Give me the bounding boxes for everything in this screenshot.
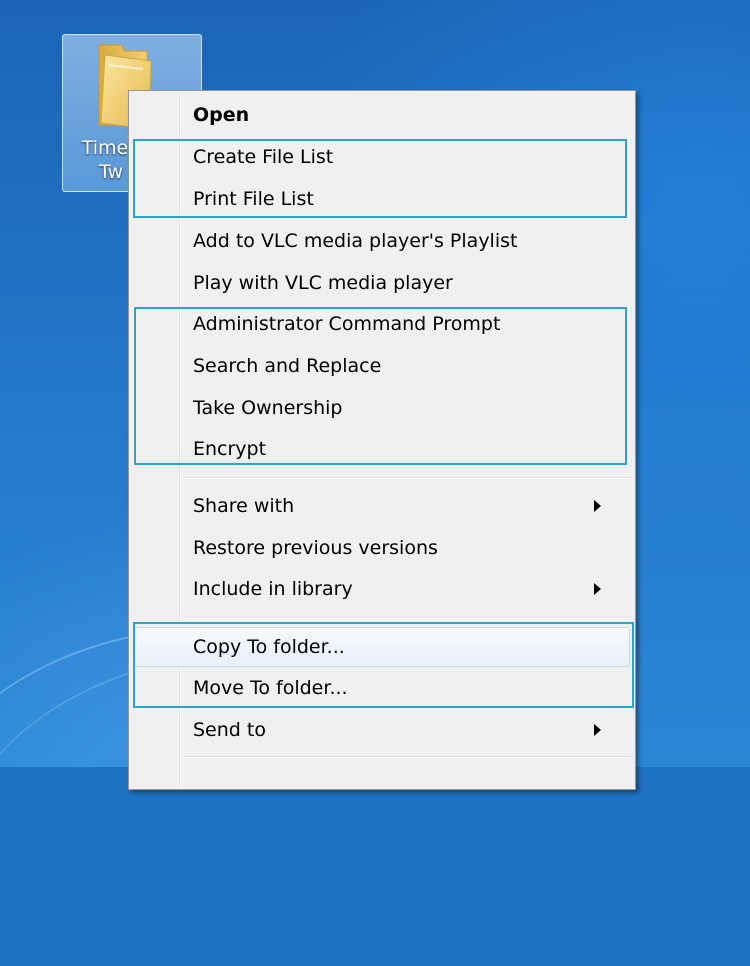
submenu-arrow-icon: [594, 724, 601, 736]
menu-separator: [183, 477, 632, 479]
menu-item-print-file-list[interactable]: Print File List: [193, 179, 623, 219]
menu-item-share-with[interactable]: Share with: [193, 486, 623, 526]
menu-item-search-and-replace[interactable]: Search and Replace: [193, 346, 623, 386]
submenu-arrow-icon: [594, 500, 601, 512]
menu-item-open[interactable]: Open: [193, 95, 623, 135]
menu-separator: [183, 617, 632, 619]
menu-item-move-to-folder[interactable]: Move To folder...: [193, 668, 623, 708]
menu-item-restore-previous-versions[interactable]: Restore previous versions: [193, 528, 623, 568]
menu-item-copy-to-folder[interactable]: Copy To folder...: [193, 627, 623, 667]
menu-item-send-to[interactable]: Send to: [193, 710, 623, 750]
menu-item-take-ownership[interactable]: Take Ownership: [193, 388, 623, 428]
menu-item-label: Share with: [193, 495, 295, 517]
menu-item-label: Include in library: [193, 578, 353, 600]
context-menu: Open Create File List Print File List Ad…: [128, 90, 636, 790]
menu-separator: [183, 756, 632, 758]
submenu-arrow-icon: [594, 583, 601, 595]
menu-gutter-divider: [179, 93, 181, 789]
menu-item-add-to-vlc-playlist[interactable]: Add to VLC media player's Playlist: [193, 221, 623, 261]
folder-name-line2: Tw: [98, 161, 123, 183]
menu-item-include-in-library[interactable]: Include in library: [193, 569, 623, 609]
menu-item-admin-command-prompt[interactable]: Administrator Command Prompt: [193, 304, 623, 344]
menu-item-play-with-vlc[interactable]: Play with VLC media player: [193, 263, 623, 303]
menu-item-create-file-list[interactable]: Create File List: [193, 137, 623, 177]
menu-item-label: Send to: [193, 719, 266, 741]
menu-item-encrypt[interactable]: Encrypt: [193, 429, 623, 469]
